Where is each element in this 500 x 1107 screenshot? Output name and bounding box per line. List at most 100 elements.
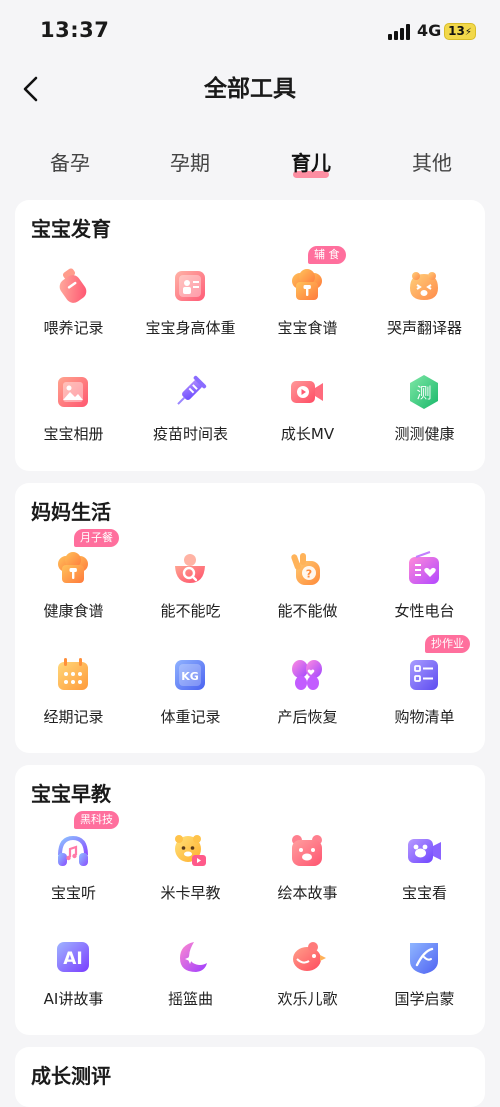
headphones-icon — [53, 831, 93, 871]
health-test-badge-icon: 测 — [404, 372, 444, 412]
tool-weight-record[interactable]: KG 体重记录 — [132, 655, 249, 745]
bear-book-icon — [287, 831, 327, 871]
network-type: 4G — [417, 21, 442, 40]
moon-star-icon — [170, 937, 210, 977]
tool-label: 经期记录 — [43, 708, 104, 726]
tab-label: 育儿 — [291, 151, 331, 175]
tool-mika-education[interactable]: 米卡早教 — [132, 831, 249, 921]
tool-healthy-recipes[interactable]: 月子餐 健康食谱 — [15, 529, 132, 639]
tiger-video-icon — [170, 831, 210, 871]
status-time: 13:37 — [40, 18, 110, 42]
tool-nursery-rhymes[interactable]: 欢乐儿歌 — [249, 937, 366, 1027]
category-tabs: 备孕 孕期 育儿 其他 — [0, 146, 500, 186]
shopping-checklist-icon — [404, 655, 444, 695]
tool-label: 女性电台 — [394, 602, 455, 620]
tool-baby-watch[interactable]: 宝宝看 — [366, 831, 483, 921]
page-title: 全部工具 — [204, 76, 296, 102]
chef-hat-icon — [287, 266, 327, 306]
tool-label: 疫苗时间表 — [152, 425, 228, 443]
tool-can-i-do[interactable]: ? 能不能做 — [249, 549, 366, 639]
crying-face-icon — [404, 266, 444, 306]
tool-baby-album[interactable]: 宝宝相册 — [15, 372, 132, 462]
vaccine-syringe-icon — [170, 372, 210, 412]
tool-label: 绘本故事 — [277, 884, 338, 902]
period-calendar-icon — [53, 655, 93, 695]
food-bowl-search-icon — [170, 549, 210, 589]
tool-feeding-record[interactable]: 喂养记录 — [15, 266, 132, 356]
tool-label: 宝宝食谱 — [277, 319, 338, 337]
tool-women-radio[interactable]: 女性电台 — [366, 549, 483, 639]
tool-label: 成长MV — [280, 425, 335, 443]
tool-label: 宝宝听 — [50, 884, 96, 902]
tool-growth-mv[interactable]: 成长MV — [249, 372, 366, 462]
tool-postpartum-recovery[interactable]: 产后恢复 — [249, 655, 366, 745]
svg-text:?: ? — [306, 568, 312, 581]
tool-label: 喂养记录 — [43, 319, 104, 337]
tool-label: 欢乐儿歌 — [277, 990, 338, 1008]
tool-can-i-eat[interactable]: 能不能吃 — [132, 549, 249, 639]
tool-period-record[interactable]: 经期记录 — [15, 655, 132, 745]
section-title: 妈妈生活 — [31, 500, 111, 524]
tool-cry-translator[interactable]: 哭声翻译器 — [366, 266, 483, 356]
tool-label: 宝宝看 — [401, 884, 447, 902]
video-camera-icon — [287, 372, 327, 412]
tool-badge: 抄作业 — [425, 635, 470, 653]
tool-label: 宝宝相册 — [43, 425, 104, 443]
tool-height-weight[interactable]: 宝宝身高体重 — [132, 266, 249, 356]
tool-label: 产后恢复 — [277, 708, 338, 726]
tool-label: 宝宝身高体重 — [145, 319, 236, 337]
tool-label: AI讲故事 — [43, 990, 104, 1008]
tool-chinese-classics[interactable]: 国学启蒙 — [366, 937, 483, 1027]
section-mom-life: 妈妈生活 月子餐 健康食谱 能不能吃 ? 能不能做 女性电台 经期记录 KG 体… — [15, 483, 485, 753]
chinese-classics-shield-icon — [404, 937, 444, 977]
baby-bottle-icon — [53, 266, 93, 306]
tool-label: 健康食谱 — [43, 602, 104, 620]
battery-level: 13 — [448, 24, 465, 38]
section-title: 成长测评 — [31, 1064, 111, 1088]
butterfly-heart-icon — [287, 655, 327, 695]
tool-baby-recipes[interactable]: 辅 食 宝宝食谱 — [249, 246, 366, 356]
tool-baby-listen[interactable]: 黑科技 宝宝听 — [15, 811, 132, 921]
tab-prepregnancy[interactable]: 备孕 — [10, 146, 130, 180]
section-baby-development: 宝宝发育 喂养记录 宝宝身高体重 辅 食 宝宝食谱 哭声翻译器 宝宝相册 疫苗时… — [15, 200, 485, 471]
photo-album-icon — [53, 372, 93, 412]
height-weight-card-icon — [170, 266, 210, 306]
tool-health-test[interactable]: 测 测测健康 — [366, 372, 483, 462]
icon-text: 测 — [416, 384, 431, 402]
singing-bird-icon — [287, 937, 327, 977]
radio-heart-icon — [404, 549, 444, 589]
tool-label: 米卡早教 — [160, 884, 221, 902]
tool-ai-storytelling[interactable]: AI AI讲故事 — [15, 937, 132, 1027]
tool-label: 摇篮曲 — [167, 990, 213, 1008]
tab-parenting[interactable]: 育儿 — [251, 146, 371, 180]
tool-lullaby[interactable]: 摇篮曲 — [132, 937, 249, 1027]
tool-badge: 月子餐 — [74, 529, 119, 547]
hand-question-icon: ? — [287, 549, 327, 589]
ai-story-icon: AI — [53, 937, 93, 977]
tool-vaccine-schedule[interactable]: 疫苗时间表 — [132, 372, 249, 462]
tab-label: 备孕 — [50, 151, 90, 175]
tab-pregnancy[interactable]: 孕期 — [130, 146, 250, 180]
icon-text: KG — [181, 670, 199, 683]
section-growth-assessment: 成长测评 — [15, 1047, 485, 1107]
tool-label: 购物清单 — [394, 708, 455, 726]
tool-label: 测测健康 — [394, 425, 455, 443]
signal-strength-icon — [388, 24, 412, 40]
tab-label: 其他 — [412, 151, 452, 175]
tool-label: 国学启蒙 — [394, 990, 455, 1008]
tab-other[interactable]: 其他 — [372, 146, 492, 180]
tab-label: 孕期 — [170, 151, 210, 175]
battery-icon: 13⚡ — [444, 23, 476, 40]
bear-video-camera-icon — [404, 831, 444, 871]
tool-label: 能不能吃 — [160, 602, 221, 620]
status-bar: 13:37 4G 13⚡ — [0, 0, 500, 62]
tool-badge: 辅 食 — [308, 246, 346, 264]
section-title: 宝宝早教 — [31, 782, 111, 806]
tool-label: 哭声翻译器 — [386, 319, 462, 337]
tool-picture-book[interactable]: 绘本故事 — [249, 831, 366, 921]
tool-label: 体重记录 — [160, 708, 221, 726]
section-early-education: 宝宝早教 黑科技 宝宝听 米卡早教 绘本故事 宝宝看 AI AI讲故事 摇篮曲 … — [15, 765, 485, 1035]
tool-shopping-list[interactable]: 抄作业 购物清单 — [366, 635, 483, 745]
tool-label: 能不能做 — [277, 602, 338, 620]
icon-text: AI — [63, 949, 82, 969]
